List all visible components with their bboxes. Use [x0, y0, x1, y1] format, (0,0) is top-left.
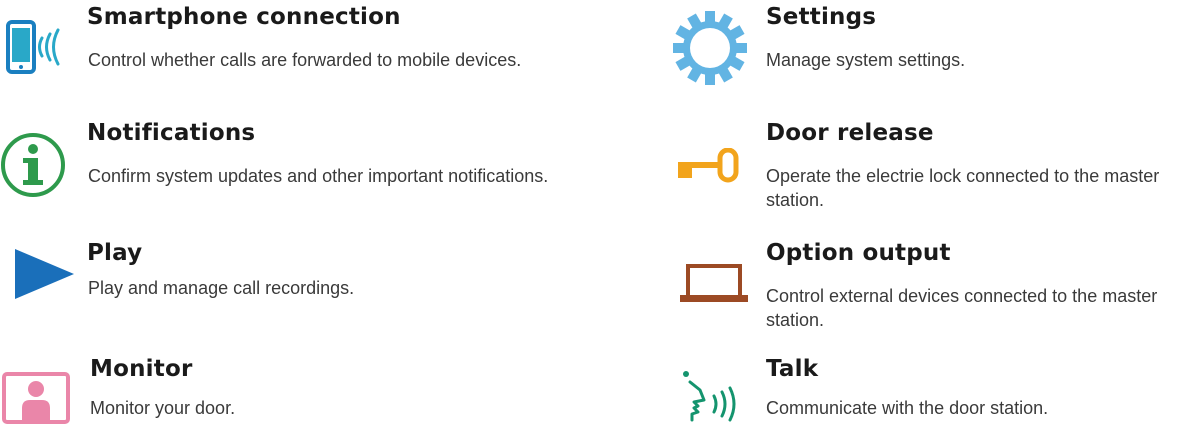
feature-description: Control whether calls are forwarded to m… — [88, 50, 522, 70]
feature-title: Settings — [766, 4, 877, 30]
talk-icon — [680, 366, 746, 422]
feature-title: Talk — [766, 356, 819, 382]
feature-title: Play — [87, 240, 143, 266]
key-icon — [678, 148, 740, 184]
feature-title: Monitor — [90, 356, 193, 382]
feature-description: Operate the electrie lock connected to t… — [766, 166, 1160, 210]
feature-description: Manage system settings. — [766, 50, 966, 70]
feature-description: Control external devices connected to th… — [766, 286, 1158, 330]
feature-description: Play and manage call recordings. — [88, 278, 355, 298]
feature-title: Notifications — [87, 120, 256, 146]
feature-description: Confirm system updates and other importa… — [88, 166, 549, 186]
feature-description: Communicate with the door station. — [766, 398, 1049, 418]
feature-description: Monitor your door. — [90, 398, 236, 418]
notifications-info-icon — [0, 132, 66, 198]
feature-title: Option output — [766, 240, 951, 266]
monitor-icon — [2, 372, 70, 424]
smartphone-connection-icon — [6, 20, 76, 76]
option-output-icon — [678, 262, 750, 304]
play-icon — [14, 248, 76, 300]
gear-icon — [670, 10, 750, 86]
feature-title: Door release — [766, 120, 934, 146]
feature-title: Smartphone connection — [87, 4, 401, 30]
